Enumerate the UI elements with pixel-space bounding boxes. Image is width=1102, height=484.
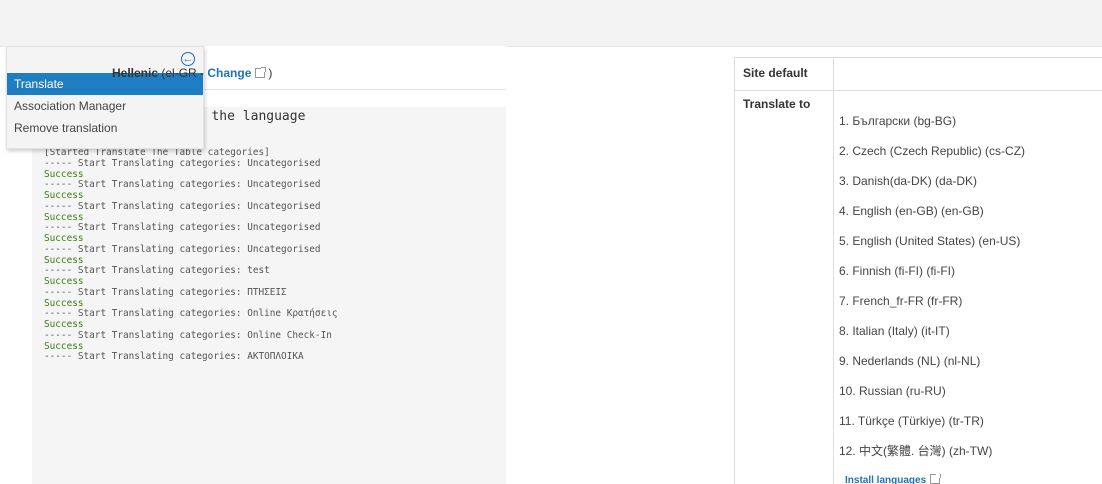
log-line: ----- Start Translating categories: Unca…: [44, 200, 321, 212]
language-list-item: 12. 中文(繁體. 台灣) (zh-TW): [839, 444, 993, 458]
log-line: ----- Start Translating categories: Unca…: [44, 179, 321, 191]
language-list-item: 4. English (en-GB) (en-GB): [839, 204, 984, 218]
language-list-item: 9. Nederlands (NL) (nl-NL): [839, 354, 981, 368]
log-lines: [Started Translate The Table categories]…: [44, 147, 338, 363]
table-column-divider: [833, 57, 834, 484]
language-list-item: 7. French_fr-FR (fr-FR): [839, 294, 963, 308]
log-line: ----- Start Translating categories: Unca…: [44, 243, 321, 255]
translate-to-label: Translate to: [743, 97, 811, 111]
log-line: ----- Start Translating categories: ΠΤΗΣ…: [44, 286, 287, 298]
site-default-suffix: ): [268, 66, 273, 80]
top-toolbar: [0, 0, 1102, 47]
context-menu: ← Translate Association Manager Remove t…: [6, 46, 204, 149]
log-line: ----- Start Translating categories: Onli…: [44, 329, 332, 341]
site-default-label: Site default: [743, 66, 808, 80]
site-default-value: Hellenic (el-GR - Change): [112, 66, 272, 80]
menu-item-remove-translation[interactable]: Remove translation: [7, 117, 203, 139]
log-line: ----- Start Translating categories: test: [44, 265, 270, 277]
log-line: ----- Start Translating categories: ΑΚΤΟ…: [44, 351, 304, 363]
language-list-item: 2. Czech (Czech Republic) (cs-CZ): [839, 144, 1026, 158]
external-link-icon: [255, 67, 267, 78]
log-line: ----- Start Translating categories: Unca…: [44, 222, 321, 234]
translate-to-language-list: 1. Български (bg-BG) 2. Czech (Czech Repu…: [839, 106, 1025, 466]
language-list-item: 6. Finnish (fi-FI) (fi-FI): [839, 264, 955, 278]
language-list-item: 3. Danish(da-DK) (da-DK): [839, 174, 978, 188]
menu-item-association-manager[interactable]: Association Manager: [7, 95, 203, 117]
change-link[interactable]: Change: [207, 66, 251, 80]
log-line: ----- Start Translating categories: Unca…: [44, 157, 321, 169]
circle-arrow-left-icon[interactable]: ←: [181, 52, 195, 66]
language-list-item: 5. English (United States) (en-US): [839, 234, 1021, 248]
install-languages-label: Install languages: [845, 475, 927, 484]
log-heading: or the language: [188, 109, 306, 124]
language-list-item: 10. Russian (ru-RU): [839, 384, 946, 398]
external-link-icon: [930, 474, 942, 484]
language-list-item: 1. Български (bg-BG): [839, 114, 957, 128]
install-languages-link[interactable]: Install languages: [845, 474, 943, 484]
language-list-item: 8. Italian (Italy) (it-IT): [839, 324, 950, 338]
site-default-code: (el-GR -: [161, 66, 208, 80]
language-list-item: 11. Türkçe (Türkiye) (tr-TR): [839, 414, 984, 428]
site-default-language: Hellenic: [112, 66, 159, 80]
log-line: ----- Start Translating categories: Onli…: [44, 308, 338, 320]
